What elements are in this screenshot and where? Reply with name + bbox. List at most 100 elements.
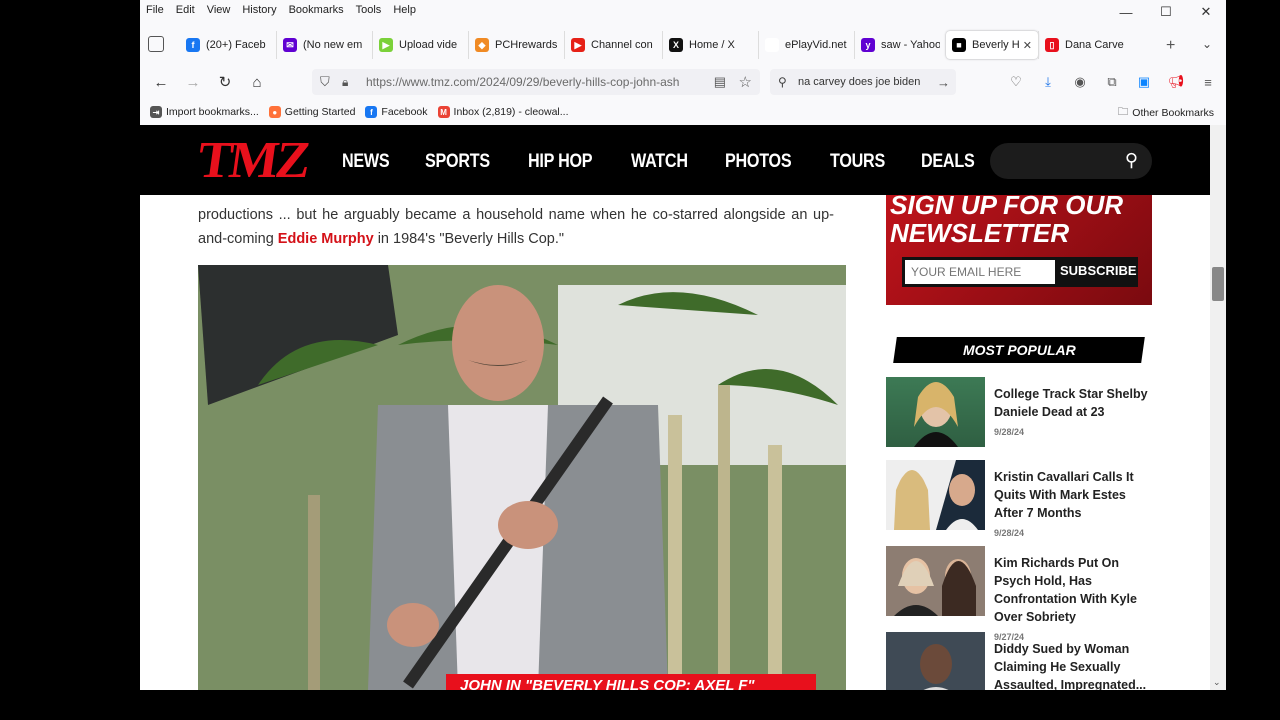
- popular-title-text[interactable]: Kristin Cavallari Calls It Quits With Ma…: [994, 470, 1134, 520]
- pch-icon: ◆: [475, 38, 489, 52]
- other-bookmarks[interactable]: 🗀︎ Other Bookmarks: [1118, 104, 1214, 122]
- account-icon[interactable]: ◉: [1064, 71, 1096, 93]
- bookmark-item[interactable]: f Facebook: [365, 106, 428, 118]
- tmz-logo[interactable]: TMZ: [194, 132, 311, 189]
- x-icon: X: [669, 38, 683, 52]
- search-input[interactable]: na carvey does joe biden: [798, 76, 930, 88]
- pocket-icon[interactable]: ♡: [1000, 71, 1032, 93]
- nav-photos[interactable]: PHOTOS: [725, 151, 792, 173]
- tmz-search[interactable]: ⚲: [990, 143, 1152, 179]
- nav-watch[interactable]: WATCH: [631, 151, 688, 173]
- tab-label: Upload vide: [399, 39, 458, 51]
- search-bar[interactable]: ⚲ na carvey does joe biden →: [770, 69, 956, 95]
- tab-x[interactable]: X Home / X: [662, 31, 758, 59]
- close-tab-icon[interactable]: ✕: [1023, 39, 1032, 52]
- menu-edit[interactable]: Edit: [176, 4, 195, 16]
- downloads-icon[interactable]: ⤓: [1032, 71, 1064, 93]
- facebook-icon: f: [186, 38, 200, 52]
- popular-item-title[interactable]: Kim Richards Put On Psych Hold, Has Conf…: [994, 554, 1156, 646]
- popular-date: 9/28/24: [994, 528, 1025, 538]
- tab-yahoo-mail[interactable]: ✉ (No new em: [276, 31, 372, 59]
- menu-history[interactable]: History: [242, 4, 276, 16]
- nav-hip-hop[interactable]: HIP HOP: [528, 151, 593, 173]
- shield-icon[interactable]: ⛉: [320, 74, 330, 90]
- url-bar[interactable]: ⛉ 🔒︎ https://www.tmz.com/2024/09/29/beve…: [312, 69, 760, 95]
- nav-news[interactable]: NEWS: [342, 151, 390, 173]
- nav-tours[interactable]: TOURS: [830, 151, 885, 173]
- nav-sports[interactable]: SPORTS: [425, 151, 490, 173]
- tab-label: ePlayVid.net - Cl: [785, 39, 848, 51]
- popular-thumbnail[interactable]: [886, 377, 985, 447]
- eddie-murphy-link[interactable]: Eddie Murphy: [278, 231, 374, 247]
- tab-label: Dana Carvey: [1065, 39, 1124, 51]
- minimize-icon[interactable]: —: [1106, 2, 1146, 22]
- bookmark-star-icon[interactable]: ☆: [739, 73, 752, 91]
- bookmark-item[interactable]: ● Getting Started: [268, 106, 355, 118]
- menu-help[interactable]: Help: [393, 4, 416, 16]
- email-field[interactable]: [905, 260, 1055, 284]
- navigation-toolbar: ← → ↻ ⌂ ⛉ 🔒︎ https://www.tmz.com/2024/09…: [140, 65, 1226, 99]
- tab-overview-icon[interactable]: [148, 36, 164, 52]
- menu-file[interactable]: File: [146, 4, 164, 16]
- page-scrollbar[interactable]: ⌄: [1210, 125, 1226, 690]
- search-icon[interactable]: ⚲: [1125, 150, 1138, 171]
- facebook-icon: f: [365, 106, 378, 118]
- reader-view-icon[interactable]: ▤: [714, 74, 726, 90]
- scroll-down-icon[interactable]: ⌄: [1213, 677, 1221, 688]
- window-controls: — ☐ ✕: [1106, 2, 1226, 22]
- bookmark-label: Inbox (2,819) - cleowal...: [453, 106, 569, 118]
- menu-tools[interactable]: Tools: [356, 4, 382, 16]
- menu-view[interactable]: View: [207, 4, 231, 16]
- web-page: TMZ NEWS SPORTS HIP HOP WATCH PHOTOS TOU…: [140, 125, 1210, 690]
- subscribe-button[interactable]: SUBSCRIBE: [1060, 263, 1137, 278]
- close-icon[interactable]: ✕: [1186, 2, 1226, 22]
- tab-youtube[interactable]: ▶ Channel con: [564, 31, 662, 59]
- tab-label: Home / X: [689, 39, 735, 51]
- article-photo[interactable]: JOHN IN "BEVERLY HILLS COP: AXEL F": [198, 265, 846, 690]
- import-icon: ⇥: [150, 106, 162, 118]
- menu-bookmarks[interactable]: Bookmarks: [289, 4, 344, 16]
- tab-imdb[interactable]: ▯ Dana Carvey: [1038, 31, 1130, 59]
- home-icon[interactable]: ⌂: [246, 71, 268, 93]
- tab-pch[interactable]: ◆ PCHrewards: [468, 31, 564, 59]
- photo-caption: JOHN IN "BEVERLY HILLS COP: AXEL F": [446, 674, 816, 690]
- yahoo-icon: y: [861, 38, 875, 52]
- tab-label: (No new em: [303, 39, 363, 51]
- back-icon[interactable]: ←: [150, 71, 172, 93]
- extensions-icon[interactable]: ⧉: [1096, 71, 1128, 93]
- popular-title-text[interactable]: College Track Star Shelby Daniele Dead a…: [994, 387, 1148, 419]
- lock-icon[interactable]: 🔒︎: [342, 75, 348, 90]
- maximize-icon[interactable]: ☐: [1146, 2, 1186, 22]
- tab-label: saw - Yahoo: [881, 39, 940, 51]
- bookmark-item[interactable]: ⇥ Import bookmarks...: [150, 106, 259, 118]
- tab-upload[interactable]: ▶ Upload vide: [372, 31, 468, 59]
- list-all-tabs-icon[interactable]: ⌄: [1202, 37, 1212, 51]
- popular-item-title[interactable]: Diddy Sued by Woman Claiming He Sexually…: [994, 640, 1156, 690]
- popular-item-title[interactable]: Kristin Cavallari Calls It Quits With Ma…: [994, 468, 1156, 542]
- nav-deals[interactable]: DEALS: [921, 151, 975, 173]
- popular-date: 9/28/24: [994, 427, 1025, 437]
- popular-thumbnail[interactable]: [886, 546, 985, 616]
- bookmark-item[interactable]: M Inbox (2,819) - cleowal...: [437, 106, 569, 118]
- popular-title-text[interactable]: Diddy Sued by Woman Claiming He Sexually…: [994, 642, 1146, 690]
- reload-icon[interactable]: ↻: [214, 71, 236, 93]
- new-tab-icon[interactable]: +: [1166, 37, 1175, 55]
- url-text[interactable]: https://www.tmz.com/2024/09/29/beverly-h…: [366, 75, 706, 89]
- bookmarks-toolbar: ⇥ Import bookmarks... ● Getting Started f Fac…: [140, 102, 1226, 122]
- extension-badge-icon[interactable]: ▣: [1128, 71, 1160, 93]
- popular-thumbnail[interactable]: [886, 632, 985, 690]
- search-go-icon[interactable]: →: [937, 75, 950, 90]
- scrollbar-thumb[interactable]: [1212, 267, 1224, 301]
- forward-icon[interactable]: →: [182, 71, 204, 93]
- photo-scene: [198, 265, 846, 690]
- app-menu-icon[interactable]: ≡: [1192, 71, 1224, 93]
- megaphone-icon[interactable]: 📢︎: [1160, 71, 1192, 93]
- tab-facebook[interactable]: f (20+) Faceb: [180, 31, 276, 59]
- yahoo-mail-icon: ✉: [283, 38, 297, 52]
- tab-tmz[interactable]: ■ Beverly H ✕: [946, 31, 1038, 59]
- popular-thumbnail[interactable]: [886, 460, 985, 530]
- tab-eplayvid[interactable]: ePlayVid.net - Cl: [758, 31, 854, 59]
- popular-title-text[interactable]: Kim Richards Put On Psych Hold, Has Conf…: [994, 556, 1137, 624]
- tab-yahoo[interactable]: y saw - Yahoo: [854, 31, 946, 59]
- popular-item-title[interactable]: College Track Star Shelby Daniele Dead a…: [994, 385, 1156, 441]
